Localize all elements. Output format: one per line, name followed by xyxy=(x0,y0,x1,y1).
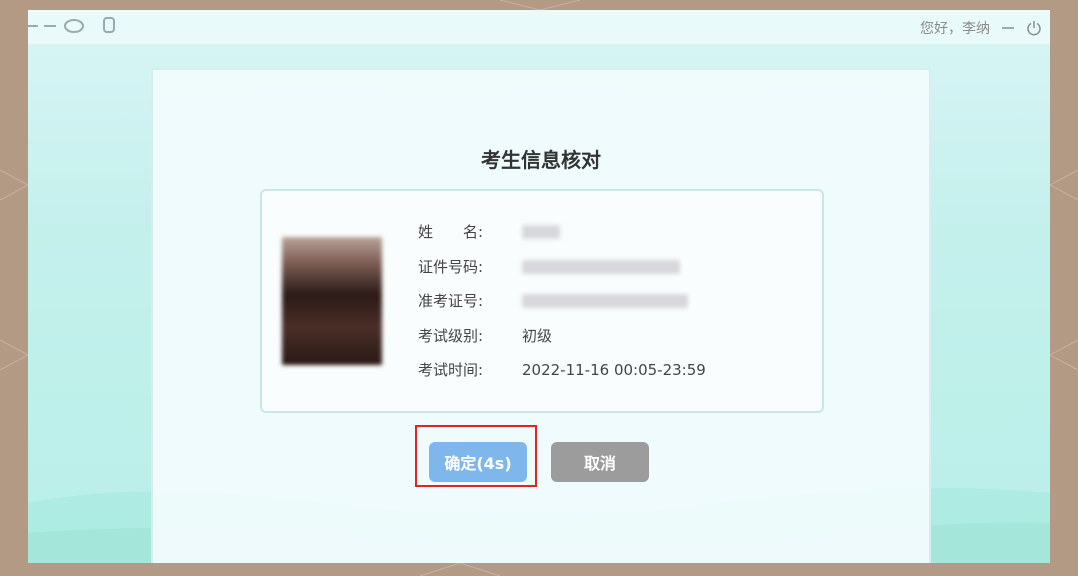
cancel-button[interactable]: 取消 xyxy=(551,442,649,482)
app-screen: 您好，李纳 考生信息核对 姓 名: 证件号码: 准考证号: 考试级别: 初级 考… xyxy=(28,10,1050,563)
dialog-title: 考生信息核对 xyxy=(481,148,601,172)
exam-time-label: 考试时间: xyxy=(418,361,484,379)
exam-level-label: 考试级别: xyxy=(418,327,484,345)
candidate-photo xyxy=(282,237,382,365)
name-row: 姓 名: xyxy=(418,221,560,242)
ticket-number-value-redacted xyxy=(522,293,688,308)
exam-time-row: 考试时间: 2022-11-16 00:05-23:59 xyxy=(418,359,706,380)
top-bar: 您好，李纳 xyxy=(28,10,1050,44)
id-number-row: 证件号码: xyxy=(418,256,680,277)
exam-level-value: 初级 xyxy=(522,327,553,345)
greeting-text: 您好，李纳 xyxy=(920,21,990,37)
verification-panel: 考生信息核对 姓 名: 证件号码: 准考证号: 考试级别: 初级 考试时间: 2… xyxy=(151,68,931,563)
logo-icon xyxy=(28,17,115,33)
ticket-number-label: 准考证号: xyxy=(418,292,484,310)
id-number-label: 证件号码: xyxy=(418,258,484,276)
candidate-info-card: 姓 名: 证件号码: 准考证号: 考试级别: 初级 考试时间: 2022-11-… xyxy=(260,189,824,413)
name-label: 姓 名: xyxy=(418,223,484,241)
name-value-redacted xyxy=(522,224,560,239)
exam-time-value: 2022-11-16 00:05-23:59 xyxy=(522,360,706,379)
ticket-number-row: 准考证号: xyxy=(418,290,688,311)
power-icon[interactable] xyxy=(1026,20,1042,36)
confirm-button[interactable]: 确定(4s) xyxy=(429,442,527,482)
app-logo xyxy=(28,16,118,36)
minimize-icon[interactable] xyxy=(1000,20,1016,36)
user-area: 您好，李纳 xyxy=(920,18,1042,38)
id-number-value-redacted xyxy=(522,259,680,274)
exam-level-row: 考试级别: 初级 xyxy=(418,325,552,346)
